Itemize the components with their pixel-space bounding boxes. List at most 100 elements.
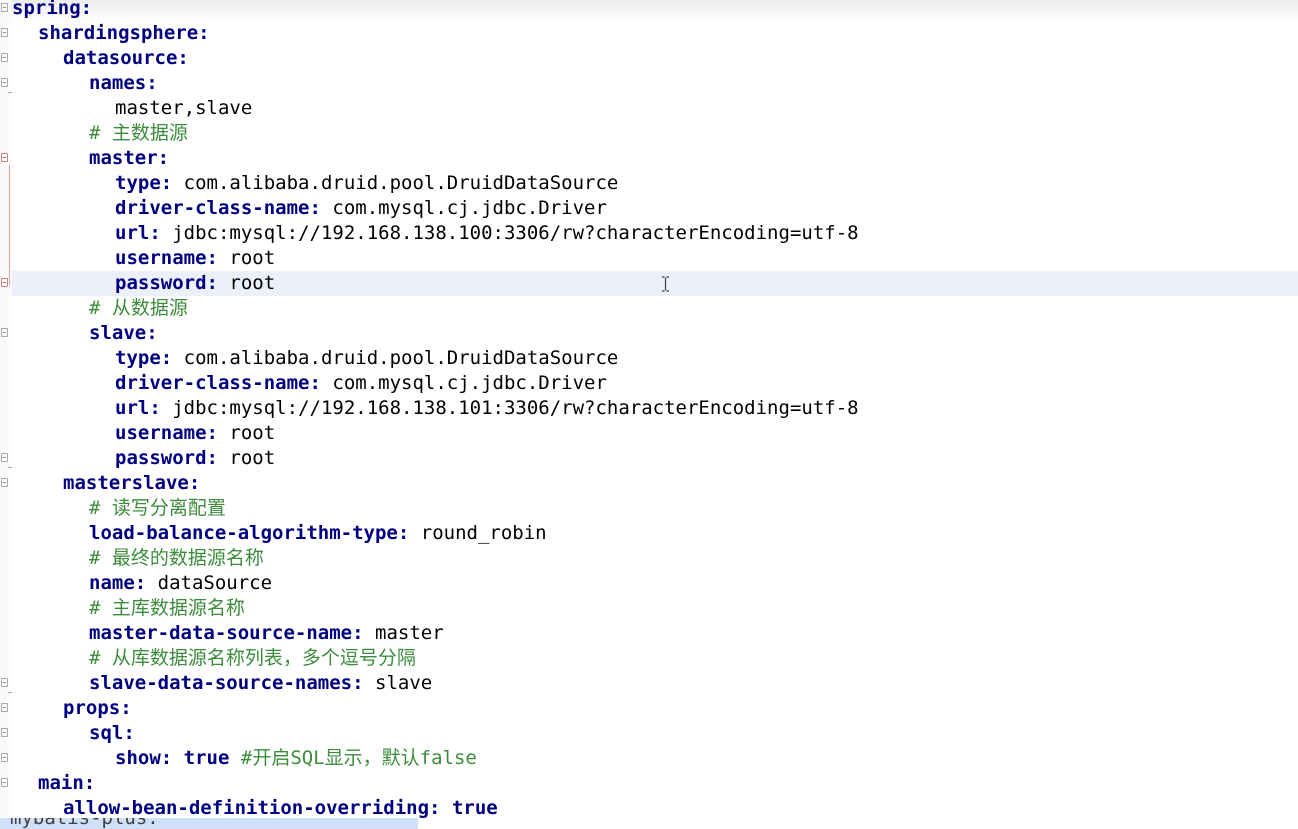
- yaml-value: jdbc:mysql://192.168.138.101:3306/rw?cha…: [172, 397, 859, 419]
- yaml-key: sql: [89, 722, 124, 744]
- code-line[interactable]: master-data-source-name: master: [0, 621, 1298, 646]
- yaml-key: spring: [12, 0, 81, 19]
- yaml-comment: # 从数据源: [89, 297, 188, 319]
- partial-code-line[interactable]: mybatis-plus:: [0, 818, 418, 829]
- fold-marker-icon[interactable]: [1, 753, 8, 762]
- yaml-key: master-data-source-name: [89, 622, 353, 644]
- code-line[interactable]: type: com.alibaba.druid.pool.DruidDataSo…: [0, 346, 1298, 371]
- code-line[interactable]: master:: [0, 146, 1298, 171]
- fold-marker-icon[interactable]: [1, 153, 8, 162]
- yaml-value: dataSource: [157, 572, 273, 594]
- yaml-key: url: [115, 397, 150, 419]
- yaml-comment: # 主库数据源名称: [89, 597, 245, 619]
- yaml-comment: # 从库数据源名称列表，多个逗号分隔: [89, 647, 416, 669]
- yaml-key: driver-class-name: [115, 197, 310, 219]
- yaml-value: round_robin: [420, 522, 547, 544]
- yaml-key: slave: [89, 322, 147, 344]
- code-line[interactable]: load-balance-algorithm-type: round_robin: [0, 521, 1298, 546]
- code-line[interactable]: spring:: [0, 0, 1298, 21]
- code-line[interactable]: # 从数据源: [0, 296, 1298, 321]
- yaml-key: username: [115, 422, 207, 444]
- code-line[interactable]: username: root: [0, 246, 1298, 271]
- fold-marker-icon[interactable]: [1, 478, 8, 487]
- yaml-key: name: [89, 572, 135, 594]
- code-line[interactable]: type: com.alibaba.druid.pool.DruidDataSo…: [0, 171, 1298, 196]
- code-line[interactable]: shardingsphere:: [0, 21, 1298, 46]
- yaml-key: slave-data-source-names: [89, 672, 353, 694]
- yaml-key: show: [115, 747, 161, 769]
- yaml-value: root: [229, 447, 276, 469]
- code-line[interactable]: show: true #开启SQL显示，默认false: [0, 746, 1298, 771]
- code-line[interactable]: main:: [0, 771, 1298, 796]
- code-line[interactable]: masterslave:: [0, 471, 1298, 496]
- code-line[interactable]: # 读写分离配置: [0, 496, 1298, 521]
- code-line[interactable]: driver-class-name: com.mysql.cj.jdbc.Dri…: [0, 371, 1298, 396]
- yaml-key: master: [89, 147, 158, 169]
- yaml-key: type: [115, 347, 161, 369]
- yaml-key: masterslave: [63, 472, 189, 494]
- code-line[interactable]: # 从库数据源名称列表，多个逗号分隔: [0, 646, 1298, 671]
- code-line[interactable]: names:: [0, 71, 1298, 96]
- yaml-value: master: [375, 622, 444, 644]
- yaml-value: jdbc:mysql://192.168.138.100:3306/rw?cha…: [172, 222, 859, 244]
- fold-marker-icon[interactable]: [1, 328, 8, 337]
- code-line[interactable]: slave-data-source-names: slave: [0, 671, 1298, 696]
- yaml-key: allow-bean-definition-overriding: [63, 797, 430, 819]
- yaml-key: shardingsphere: [38, 22, 199, 44]
- yaml-boolean: true: [183, 747, 230, 769]
- yaml-key: password: [115, 272, 207, 294]
- yaml-value: root: [229, 272, 276, 294]
- code-line[interactable]: name: dataSource: [0, 571, 1298, 596]
- code-line[interactable]: driver-class-name: com.mysql.cj.jdbc.Dri…: [0, 196, 1298, 221]
- yaml-comment: # 主数据源: [89, 122, 188, 144]
- text-cursor-icon: [662, 276, 669, 292]
- fold-marker-icon[interactable]: [1, 3, 8, 12]
- yaml-key: datasource: [63, 47, 178, 69]
- yaml-value: root: [229, 247, 276, 269]
- yaml-key: username: [115, 247, 207, 269]
- code-line[interactable]: props:: [0, 696, 1298, 721]
- code-line[interactable]: datasource:: [0, 46, 1298, 71]
- yaml-key: load-balance-algorithm-type: [89, 522, 398, 544]
- code-line[interactable]: password: root: [0, 446, 1298, 471]
- fold-marker-icon[interactable]: [1, 278, 8, 287]
- yaml-comment: # 读写分离配置: [89, 497, 226, 519]
- yaml-value: root: [229, 422, 276, 444]
- current-code-line[interactable]: password: root: [12, 271, 1298, 296]
- yaml-value: com.mysql.cj.jdbc.Driver: [332, 372, 607, 394]
- code-editor[interactable]: spring: shardingsphere: datasource: name…: [0, 0, 1298, 829]
- yaml-value: com.alibaba.druid.pool.DruidDataSource: [183, 172, 619, 194]
- code-line[interactable]: username: root: [0, 421, 1298, 446]
- fold-marker-icon[interactable]: [1, 78, 8, 87]
- code-line[interactable]: url: jdbc:mysql://192.168.138.100:3306/r…: [0, 221, 1298, 246]
- fold-marker-icon[interactable]: [1, 678, 8, 687]
- yaml-key: props: [63, 697, 121, 719]
- code-line[interactable]: master,slave: [0, 96, 1298, 121]
- yaml-value: slave: [375, 672, 433, 694]
- fold-marker-icon[interactable]: [1, 703, 8, 712]
- yaml-key: names: [89, 72, 147, 94]
- code-line[interactable]: # 主数据源: [0, 121, 1298, 146]
- code-line[interactable]: sql:: [0, 721, 1298, 746]
- yaml-value: com.mysql.cj.jdbc.Driver: [332, 197, 607, 219]
- code-line[interactable]: # 最终的数据源名称: [0, 546, 1298, 571]
- yaml-key: main: [38, 772, 84, 794]
- partial-line-text: mybatis-plus:: [10, 818, 159, 829]
- yaml-boolean: true: [451, 797, 498, 819]
- code-line[interactable]: slave:: [0, 321, 1298, 346]
- yaml-key: type: [115, 172, 161, 194]
- fold-marker-icon[interactable]: [1, 28, 8, 37]
- yaml-value: com.alibaba.druid.pool.DruidDataSource: [183, 347, 619, 369]
- yaml-key: driver-class-name: [115, 372, 310, 394]
- fold-marker-icon[interactable]: [1, 453, 8, 462]
- fold-marker-icon[interactable]: [1, 778, 8, 787]
- code-line[interactable]: url: jdbc:mysql://192.168.138.101:3306/r…: [0, 396, 1298, 421]
- yaml-comment: #开启SQL显示，默认false: [240, 747, 477, 769]
- yaml-value: master,slave: [115, 97, 253, 119]
- yaml-key: url: [115, 222, 150, 244]
- yaml-key: password: [115, 447, 207, 469]
- yaml-comment: # 最终的数据源名称: [89, 547, 264, 569]
- code-line[interactable]: # 主库数据源名称: [0, 596, 1298, 621]
- fold-marker-icon[interactable]: [1, 728, 8, 737]
- fold-marker-icon[interactable]: [1, 53, 8, 62]
